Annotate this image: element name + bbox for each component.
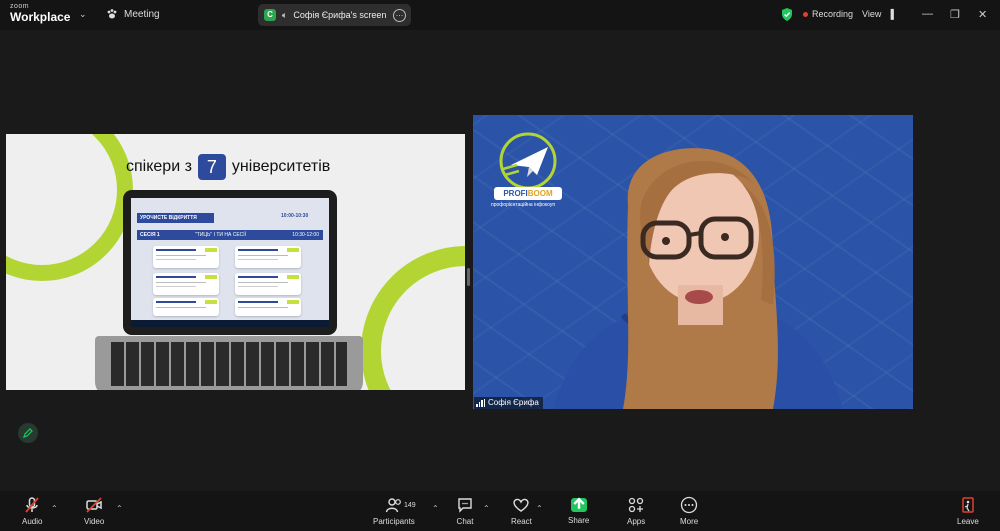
audio-caret-icon[interactable]: ⌃ — [51, 504, 58, 513]
shared-screen: спікери з 7 університетів УРОЧИСТЕ ВІДКР… — [6, 134, 465, 390]
session-title: "ТИЦЬ" І ТИ НА СЕСІЇ — [195, 232, 247, 238]
annotate-pencil-button[interactable] — [18, 423, 38, 443]
share-screen-icon — [570, 497, 587, 512]
screen-share-pill[interactable]: C 🔈︎ Софія Єрифа's screen … — [258, 4, 411, 26]
minimize-icon[interactable]: — — [922, 8, 933, 20]
participant-name: Софія Єрифа — [488, 398, 539, 407]
headline-before: спікери з — [126, 158, 192, 175]
headline-number: 7 — [197, 154, 226, 180]
react-label: React — [511, 517, 532, 526]
view-label: View — [862, 9, 882, 19]
laptop-screen: УРОЧИСТЕ ВІДКРИТТЯ 10:00-10:30 СЕСІЯ 1 "… — [131, 198, 329, 327]
session-label: СЕСІЯ 1 — [140, 232, 160, 238]
brand-top: zoom — [10, 3, 30, 10]
laptop-taskbar — [131, 320, 329, 327]
participants-button[interactable]: Participants — [373, 496, 415, 526]
recording-label: Recording — [812, 9, 854, 19]
apps-label: Apps — [627, 517, 646, 526]
screen-time-1: 10:00-10:30 — [281, 213, 309, 219]
top-bar: zoom Workplace ⌄ Meeting C 🔈︎ Софія Єриф… — [0, 0, 1000, 30]
react-caret-icon[interactable]: ⌃ — [536, 504, 543, 513]
meeting-toolbar: Audio ⌃ Video ⌃ Participants 149 ⌃ Chat … — [0, 491, 1000, 531]
chat-caret-icon[interactable]: ⌃ — [483, 504, 490, 513]
participant-video — [553, 148, 843, 409]
chat-button[interactable]: Chat — [456, 496, 474, 526]
heart-icon — [513, 498, 530, 512]
more-icon — [680, 496, 698, 514]
signal-strength-icon — [476, 399, 485, 407]
list-item — [235, 298, 301, 316]
view-layout-icon: ▐ — [887, 9, 894, 19]
zoom-logo: zoom Workplace — [10, 3, 70, 23]
meeting-label: Meeting — [124, 8, 160, 20]
chat-label: Chat — [456, 517, 474, 526]
laptop-illustration: УРОЧИСТЕ ВІДКРИТТЯ 10:00-10:30 СЕСІЯ 1 "… — [123, 190, 337, 335]
chevron-down-icon[interactable]: ⌄ — [79, 9, 87, 20]
chat-icon — [458, 498, 472, 513]
shield-check-icon[interactable] — [781, 8, 793, 21]
speaker-icon: 🔈︎ — [282, 9, 288, 20]
recording-indicator[interactable]: Recording — [803, 9, 853, 19]
video-button[interactable]: Video — [84, 496, 104, 526]
audio-button[interactable]: Audio — [22, 496, 42, 526]
share-label: Share — [568, 516, 590, 525]
headline-after: університетів — [231, 158, 331, 175]
participants-count: 149 — [404, 502, 416, 509]
participants-icon — [385, 498, 401, 513]
list-item — [153, 273, 219, 295]
more-label: More — [680, 517, 699, 526]
participants-caret-icon[interactable]: ⌃ — [432, 504, 439, 513]
share-pill-label: Софія Єрифа's screen — [293, 10, 387, 20]
decor-ring-right — [361, 246, 465, 390]
pencil-icon — [23, 428, 33, 438]
more-button[interactable]: More — [680, 496, 698, 526]
participant-video-tile[interactable]: PROFIBOOM профорієнтаційна інфокоуп — [473, 115, 913, 409]
participant-name-label: Софія Єрифа — [474, 397, 543, 409]
leave-label: Leave — [957, 517, 979, 526]
react-button[interactable]: React — [511, 496, 532, 526]
laptop-keyboard — [95, 336, 363, 390]
participants-label: Participants — [373, 517, 415, 526]
leave-icon — [962, 497, 974, 513]
leave-button[interactable]: Leave — [957, 496, 979, 526]
list-item — [235, 273, 301, 295]
audio-label: Audio — [22, 517, 43, 526]
share-button[interactable]: Share — [568, 496, 589, 525]
restore-icon[interactable]: ❐ — [950, 8, 960, 21]
camera-off-icon — [86, 497, 102, 513]
apps-icon — [628, 497, 644, 513]
brand-bottom: Workplace — [10, 10, 71, 24]
session-bar: СЕСІЯ 1 "ТИЦЬ" І ТИ НА СЕСІЇ 10:30-12:00 — [137, 230, 323, 240]
view-button[interactable]: View ▐ — [862, 9, 894, 19]
paw-icon — [107, 9, 117, 19]
keyboard-keys — [111, 342, 347, 386]
recording-dot-icon — [803, 11, 808, 17]
resize-handle[interactable] — [467, 268, 470, 286]
video-caret-icon[interactable]: ⌃ — [116, 504, 123, 513]
meeting-info-button[interactable]: Meeting — [106, 8, 160, 20]
session-time: 10:30-12:00 — [292, 232, 319, 238]
decor-ring-left — [6, 134, 133, 281]
screen-header: УРОЧИСТЕ ВІДКРИТТЯ — [137, 213, 214, 223]
list-item — [153, 246, 219, 268]
list-item — [235, 246, 301, 268]
close-icon[interactable]: ✕ — [978, 8, 987, 21]
video-label: Video — [84, 517, 105, 526]
mic-muted-icon — [25, 497, 39, 513]
slide-headline: спікери з 7 університетів — [126, 154, 330, 180]
list-item — [153, 298, 219, 316]
more-options-icon[interactable]: … — [393, 9, 406, 22]
apps-button[interactable]: Apps — [627, 496, 645, 526]
share-badge: C — [264, 9, 276, 21]
